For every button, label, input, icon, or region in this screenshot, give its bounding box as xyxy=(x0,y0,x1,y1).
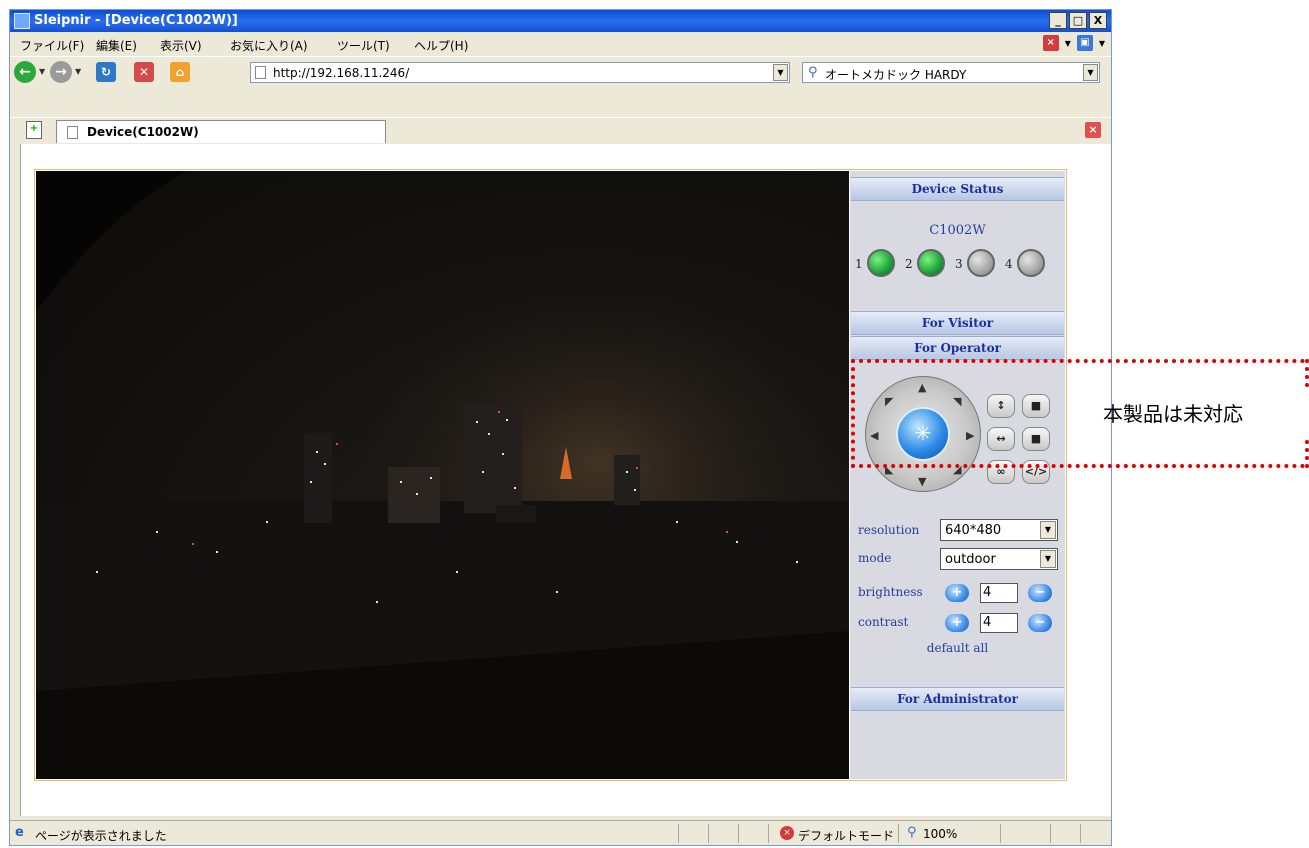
pan-down-icon[interactable]: ▼ xyxy=(918,475,926,488)
mode-select[interactable]: outdoor ▼ xyxy=(940,548,1058,570)
chevron-down-icon[interactable]: ▼ xyxy=(1083,64,1098,81)
window-title: Sleipnir - [Device(C1002W)] xyxy=(34,13,238,28)
status-led-2 xyxy=(917,249,945,277)
menu-view[interactable]: 表示(V) xyxy=(160,37,202,54)
night-cityscape-image xyxy=(36,171,849,779)
chevron-down-icon[interactable]: ▼ xyxy=(1099,39,1105,48)
led-number: 2 xyxy=(905,257,913,271)
search-input[interactable]: オートメカドック HARDY xyxy=(825,66,966,83)
home-icon[interactable]: ⌂ xyxy=(170,62,190,82)
device-status-header[interactable]: Device Status xyxy=(851,177,1064,201)
default-mode-status[interactable]: デフォルトモード xyxy=(798,827,894,844)
forward-icon[interactable]: → xyxy=(50,61,72,83)
menu-help[interactable]: ヘルプ(H) xyxy=(414,37,468,54)
status-led-1 xyxy=(867,249,895,277)
tab-bar: + Device(C1002W) × xyxy=(10,117,1111,145)
chevron-down-icon[interactable]: ▼ xyxy=(1040,550,1056,568)
contrast-plus-icon[interactable]: + xyxy=(945,614,969,632)
tab-device[interactable]: Device(C1002W) xyxy=(56,120,386,143)
sidebar-splitter[interactable] xyxy=(10,144,21,816)
maximize-button[interactable]: □ xyxy=(1069,12,1087,29)
chevron-down-icon[interactable]: ▼ xyxy=(773,64,788,81)
ie-icon: e xyxy=(15,825,24,840)
refresh-icon[interactable]: ↻ xyxy=(96,62,116,82)
minimize-button[interactable]: _ xyxy=(1049,12,1067,29)
control-panel: Device Status C1002W 1 2 3 4 For Visitor… xyxy=(850,171,1065,779)
resolution-select[interactable]: 640*480 ▼ xyxy=(940,519,1058,541)
device-name: C1002W xyxy=(929,223,986,238)
app-icon xyxy=(14,13,30,29)
menu-favorites[interactable]: お気に入り(A) xyxy=(230,37,308,54)
close-all-icon[interactable]: × xyxy=(1042,35,1059,51)
title-bar: Sleipnir - [Device(C1002W)] _ □ X xyxy=(10,10,1111,32)
annotation-border-segment xyxy=(1305,440,1309,468)
menu-file[interactable]: ファイル(F) xyxy=(20,37,84,54)
zoom-icon[interactable]: ⚲ xyxy=(907,825,917,840)
mode-label: mode xyxy=(858,551,892,565)
menu-bar: ファイル(F) 編集(E) 表示(V) お気に入り(A) ツール(T) ヘルプ(… xyxy=(10,33,1111,55)
page-icon xyxy=(67,126,78,139)
close-button[interactable]: X xyxy=(1089,12,1107,29)
led-number: 3 xyxy=(955,257,963,271)
close-tab-icon[interactable]: × xyxy=(1085,122,1101,138)
menu-edit[interactable]: 編集(E) xyxy=(96,37,137,54)
chevron-down-icon[interactable]: ▼ xyxy=(1065,39,1071,48)
window-list-icon[interactable]: ▣ xyxy=(1076,35,1093,51)
stop-icon[interactable]: ✕ xyxy=(134,62,154,82)
mode-value: outdoor xyxy=(945,552,996,567)
resolution-value: 640*480 xyxy=(945,523,1002,538)
contrast-minus-icon[interactable]: − xyxy=(1028,614,1052,632)
for-visitor-header[interactable]: For Visitor xyxy=(851,311,1064,335)
toolbar: ← ▼ → ▼ ↻ ✕ ⌂ http://192.168.11.246/ ▼ ⚲… xyxy=(10,56,1111,87)
brightness-minus-icon[interactable]: − xyxy=(1028,584,1052,602)
back-icon[interactable]: ← xyxy=(14,61,36,83)
default-mode-icon[interactable]: × xyxy=(780,826,794,840)
annotation-border-segment xyxy=(1305,359,1309,387)
for-operator-header[interactable]: For Operator xyxy=(851,336,1064,360)
for-administrator-header[interactable]: For Administrator xyxy=(851,687,1064,711)
menu-tools[interactable]: ツール(T) xyxy=(337,37,390,54)
address-bar[interactable]: http://192.168.11.246/ ▼ xyxy=(250,62,790,83)
status-bar: e ページが表示されました × デフォルトモード ⚲ 100% xyxy=(10,820,1111,846)
brightness-plus-icon[interactable]: + xyxy=(945,584,969,602)
chevron-down-icon[interactable]: ▼ xyxy=(75,67,81,76)
new-tab-icon[interactable]: + xyxy=(26,121,42,139)
camera-video xyxy=(36,171,849,779)
page-content: Device Status C1002W 1 2 3 4 For Visitor… xyxy=(10,144,1111,816)
zoom-level[interactable]: 100% xyxy=(923,827,957,841)
resolution-label: resolution xyxy=(858,523,920,537)
camera-frame: Device Status C1002W 1 2 3 4 For Visitor… xyxy=(34,169,1067,781)
status-led-3 xyxy=(967,249,995,277)
led-number: 1 xyxy=(855,257,863,271)
chevron-down-icon[interactable]: ▼ xyxy=(1040,521,1056,539)
brightness-value: 4 xyxy=(980,583,1018,603)
page-icon xyxy=(255,66,266,79)
chevron-down-icon[interactable]: ▼ xyxy=(39,67,45,76)
search-icon[interactable]: ⚲ xyxy=(808,65,818,80)
contrast-label: contrast xyxy=(858,615,909,629)
led-number: 4 xyxy=(1005,257,1013,271)
contrast-value: 4 xyxy=(980,613,1018,633)
unsupported-annotation: 本製品は未対応 xyxy=(1103,402,1243,426)
tab-label: Device(C1002W) xyxy=(87,125,199,139)
default-all-link[interactable]: default all xyxy=(850,641,1065,655)
search-box[interactable]: ⚲ オートメカドック HARDY ▼ xyxy=(802,62,1100,83)
status-text: ページが表示されました xyxy=(35,829,167,843)
address-input[interactable]: http://192.168.11.246/ xyxy=(273,66,409,80)
status-led-4 xyxy=(1017,249,1045,277)
brightness-label: brightness xyxy=(858,585,923,599)
